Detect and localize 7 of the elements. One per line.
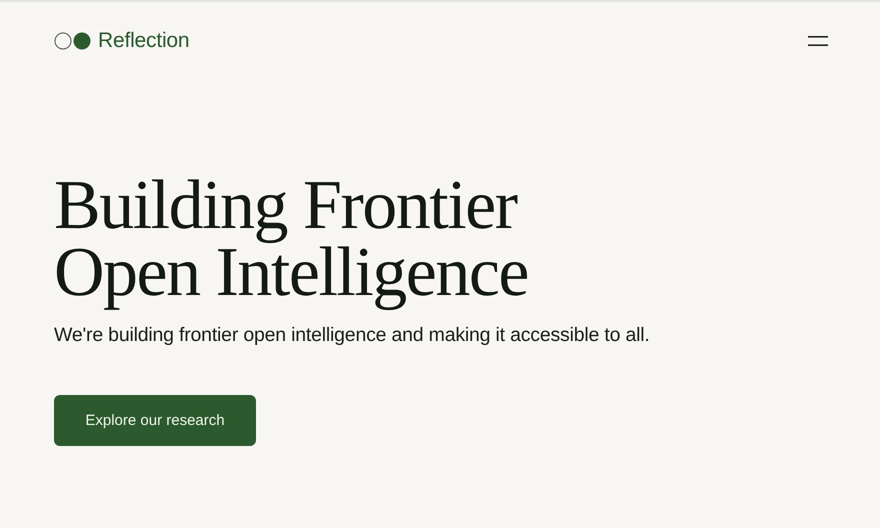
logo-icon bbox=[54, 32, 92, 50]
logo-wordmark[interactable]: Reflection bbox=[98, 29, 190, 53]
menu-button[interactable] bbox=[808, 34, 828, 48]
menu-icon bbox=[808, 36, 828, 46]
explore-research-button[interactable]: Explore our research bbox=[54, 395, 256, 446]
hero-subtitle: We're building frontier open intelligence and making it accessible to all. bbox=[54, 324, 651, 347]
hero-heading: Building Frontier Open Intelligence bbox=[54, 166, 528, 313]
